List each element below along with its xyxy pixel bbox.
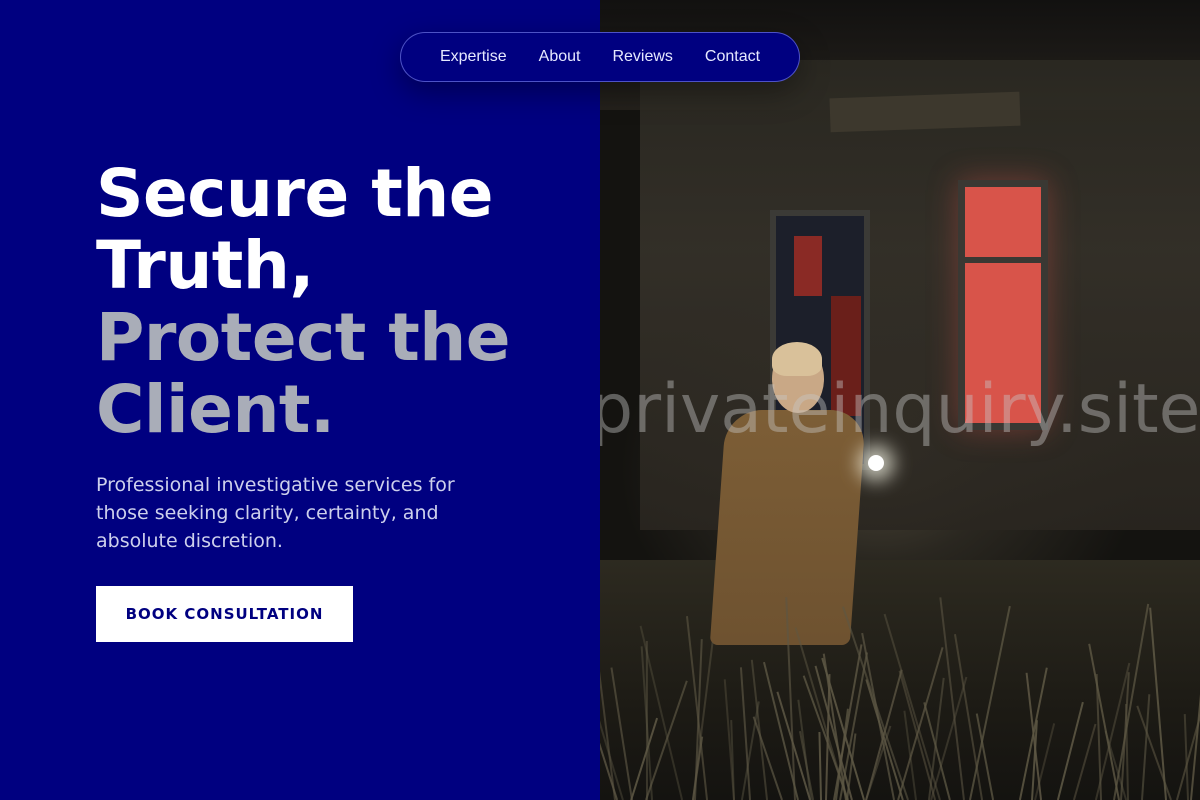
window-pane	[794, 236, 822, 296]
nav-contact-link[interactable]: Contact	[705, 48, 760, 66]
watermark-text: privateinquiry.site	[600, 370, 1200, 449]
hero-title-line-3: Protect the	[96, 299, 511, 376]
book-consultation-button[interactable]: BOOK CONSULTATION	[96, 586, 353, 642]
hero-title-line-1: Secure the	[96, 155, 494, 232]
hero-title-line-2: Truth,	[96, 227, 314, 304]
hero-title: Secure the Truth, Protect the Client.	[96, 158, 576, 446]
hero-description: Professional investigative services for …	[96, 474, 455, 552]
window-bar	[965, 257, 1041, 263]
top-navigation: Expertise About Reviews Contact	[400, 32, 800, 82]
hero-image: privateinquiry.site	[600, 0, 1200, 800]
house-beam-shape	[829, 91, 1021, 133]
flashlight-icon	[868, 455, 884, 471]
grass-field-shape	[600, 560, 1200, 800]
hero-title-line-4: Client.	[96, 371, 335, 448]
nav-about-link[interactable]: About	[539, 48, 581, 66]
nav-expertise-link[interactable]: Expertise	[440, 48, 507, 66]
nav-reviews-link[interactable]: Reviews	[612, 48, 672, 66]
hero-left-panel: Secure the Truth, Protect the Client. Pr…	[0, 0, 600, 800]
